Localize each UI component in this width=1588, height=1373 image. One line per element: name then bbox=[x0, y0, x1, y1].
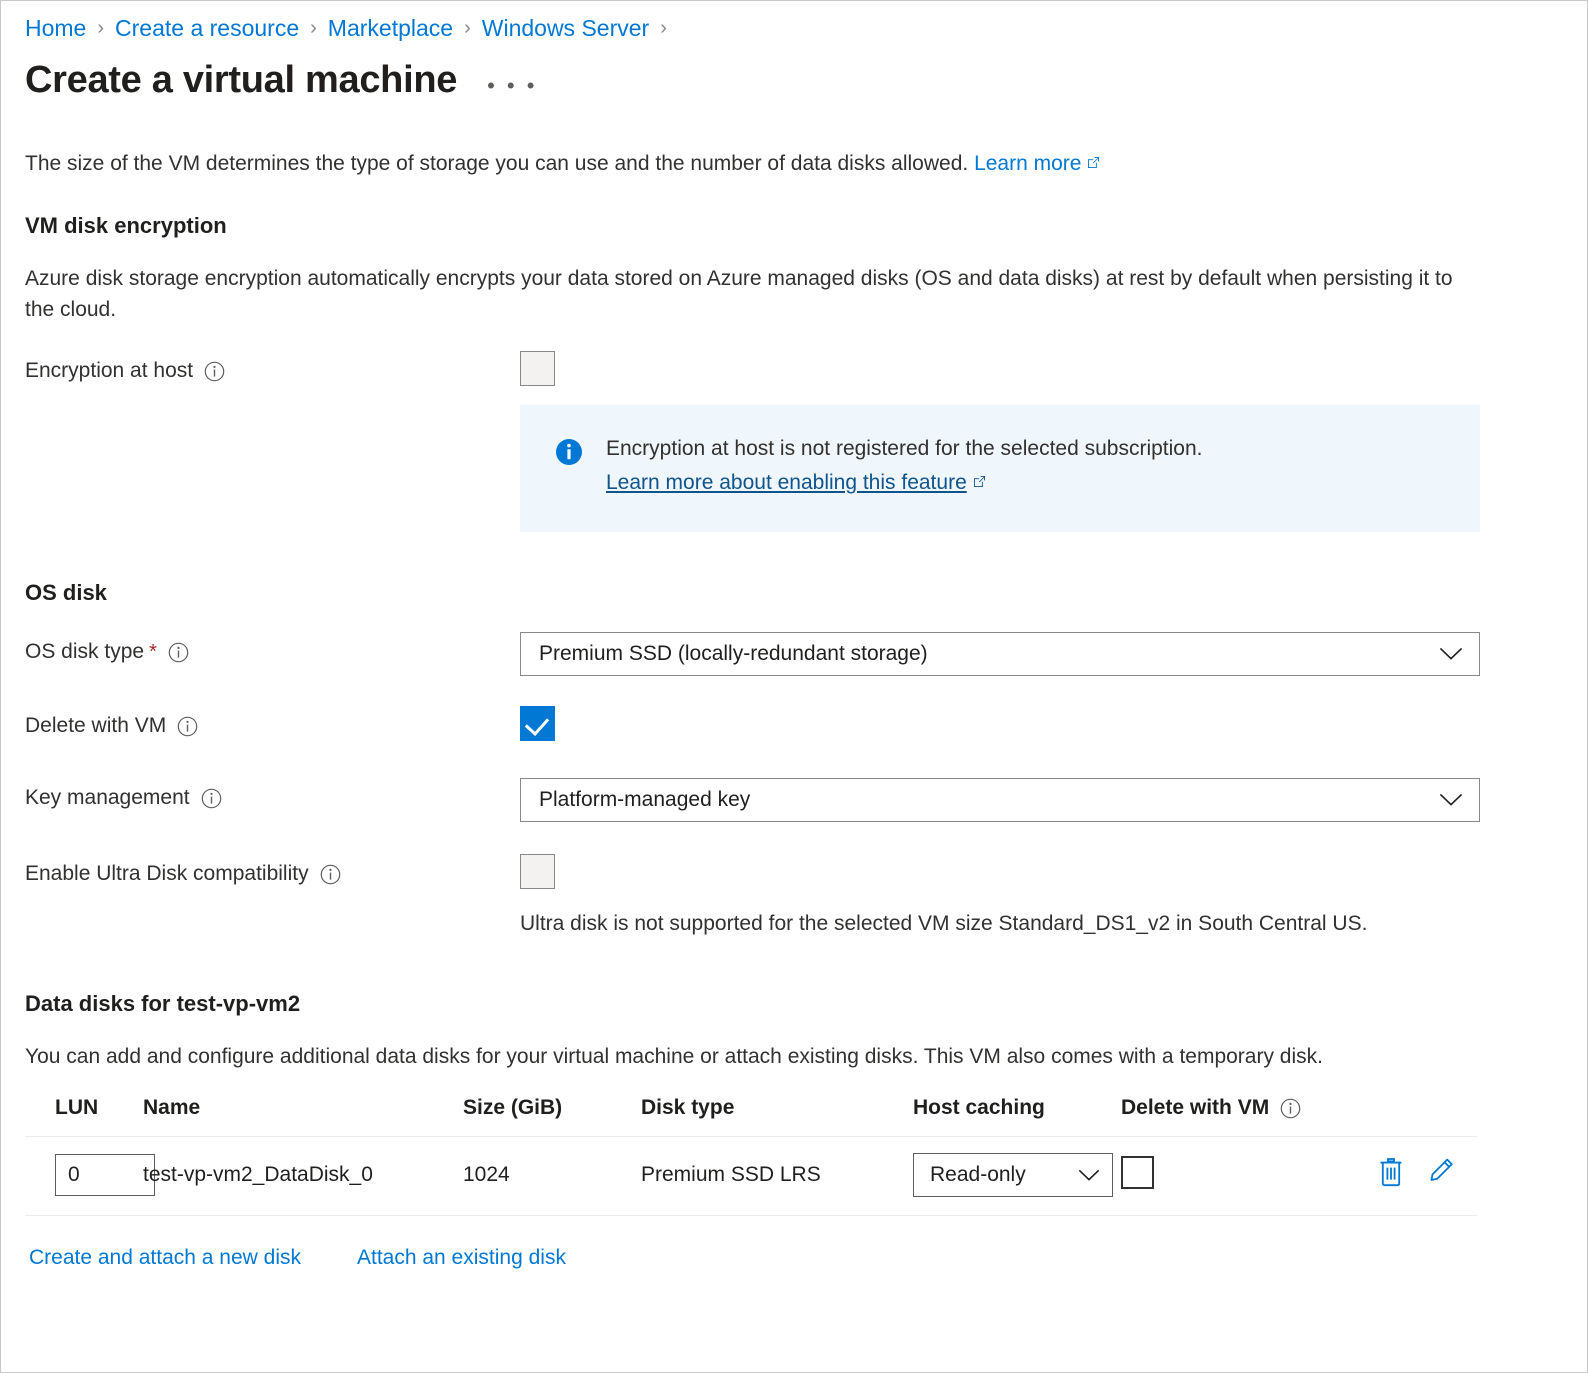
encryption-at-host-label: Encryption at host bbox=[25, 359, 194, 382]
breadcrumb-item-windows-server[interactable]: Windows Server bbox=[482, 13, 649, 43]
delete-with-vm-checkbox[interactable] bbox=[520, 706, 555, 741]
ultra-disk-row: Enable Ultra Disk compatibility Ultra di… bbox=[25, 854, 1563, 939]
key-management-row: Key management Platform-managed key bbox=[25, 778, 1563, 822]
breadcrumb-separator-icon: › bbox=[310, 16, 317, 39]
page-title: Create a virtual machine bbox=[25, 59, 458, 101]
key-management-label-group: Key management bbox=[25, 778, 520, 813]
key-management-dropdown[interactable]: Platform-managed key bbox=[520, 778, 1480, 822]
os-disk-type-control: Premium SSD (locally-redundant storage) bbox=[520, 632, 1563, 676]
encryption-at-host-control: Encryption at host is not registered for… bbox=[520, 351, 1563, 532]
os-disk-type-row: OS disk type * Premium SSD (locally-redu… bbox=[25, 632, 1563, 676]
cell-size: 1024 bbox=[463, 1136, 641, 1216]
cell-host-caching: Read-only bbox=[913, 1136, 1121, 1216]
banner-message: Encryption at host is not registered for… bbox=[606, 437, 1203, 460]
column-header-delete-with-vm-group: Delete with VM bbox=[1121, 1096, 1301, 1120]
banner-text-block: Encryption at host is not registered for… bbox=[606, 433, 1202, 498]
key-management-value: Platform-managed key bbox=[539, 788, 751, 811]
column-header-disk-type: Disk type bbox=[641, 1096, 913, 1137]
data-disks-heading: Data disks for test-vp-vm2 bbox=[25, 991, 301, 1016]
os-disk-type-dropdown[interactable]: Premium SSD (locally-redundant storage) bbox=[520, 632, 1480, 676]
breadcrumb-separator-icon: › bbox=[464, 16, 471, 39]
os-disk-type-label-group: OS disk type * bbox=[25, 632, 520, 667]
column-header-lun: LUN bbox=[25, 1096, 143, 1137]
delete-with-vm-control bbox=[520, 706, 1563, 746]
learn-more-link[interactable]: Learn more bbox=[974, 152, 1081, 175]
table-header-row: LUN Name Size (GiB) Disk type Host cachi… bbox=[25, 1096, 1477, 1137]
cell-lun bbox=[25, 1136, 155, 1216]
info-icon[interactable] bbox=[320, 864, 341, 885]
cell-name: test-vp-vm2_DataDisk_0 bbox=[143, 1136, 463, 1216]
cell-actions bbox=[1351, 1136, 1477, 1216]
os-disk-type-value: Premium SSD (locally-redundant storage) bbox=[539, 642, 928, 665]
os-disk-heading: OS disk bbox=[25, 580, 107, 605]
attach-existing-disk-link[interactable]: Attach an existing disk bbox=[357, 1246, 566, 1270]
intro-text: The size of the VM determines the type o… bbox=[25, 149, 1563, 179]
cell-disk-type: Premium SSD LRS bbox=[641, 1136, 913, 1216]
external-link-icon bbox=[1087, 156, 1100, 169]
banner-learn-more-link[interactable]: Learn more about enabling this feature bbox=[606, 467, 967, 498]
column-header-name: Name bbox=[143, 1096, 463, 1137]
ultra-disk-checkbox[interactable] bbox=[520, 854, 555, 889]
lun-input[interactable] bbox=[55, 1154, 155, 1196]
title-row: Create a virtual machine • • • bbox=[1, 43, 1587, 103]
chevron-down-icon bbox=[1439, 647, 1463, 661]
create-vm-disks-page: Home › Create a resource › Marketplace ›… bbox=[0, 0, 1588, 1373]
vm-disk-encryption-heading: VM disk encryption bbox=[25, 213, 227, 238]
table-row: test-vp-vm2_DataDisk_0 1024 Premium SSD … bbox=[25, 1136, 1477, 1216]
required-marker: * bbox=[149, 641, 157, 663]
breadcrumb-separator-icon: › bbox=[97, 16, 105, 39]
column-header-delete-with-vm-label: Delete with VM bbox=[1121, 1096, 1270, 1119]
encryption-at-host-checkbox[interactable] bbox=[520, 351, 555, 386]
os-disk-type-label: OS disk type bbox=[25, 640, 145, 663]
delete-with-vm-label: Delete with VM bbox=[25, 714, 167, 737]
breadcrumb-separator-icon: › bbox=[660, 16, 667, 39]
create-and-attach-new-disk-link[interactable]: Create and attach a new disk bbox=[29, 1246, 301, 1270]
info-icon[interactable] bbox=[168, 642, 189, 663]
chevron-down-icon bbox=[1078, 1169, 1100, 1182]
ultra-disk-label-group: Enable Ultra Disk compatibility bbox=[25, 854, 520, 889]
row-delete-with-vm-checkbox[interactable] bbox=[1121, 1155, 1154, 1189]
data-disks-table: LUN Name Size (GiB) Disk type Host cachi… bbox=[25, 1096, 1477, 1216]
delete-icon[interactable] bbox=[1377, 1157, 1405, 1193]
encryption-at-host-label-group: Encryption at host bbox=[25, 351, 520, 386]
breadcrumb-item-create-a-resource[interactable]: Create a resource bbox=[115, 13, 299, 43]
data-disks-table-body: test-vp-vm2_DataDisk_0 1024 Premium SSD … bbox=[25, 1136, 1477, 1216]
cell-delete-with-vm bbox=[1121, 1136, 1351, 1216]
external-link-icon bbox=[973, 475, 986, 488]
host-caching-dropdown[interactable]: Read-only bbox=[913, 1153, 1113, 1197]
ultra-disk-label: Enable Ultra Disk compatibility bbox=[25, 862, 309, 885]
data-disks-actions: Create and attach a new disk Attach an e… bbox=[25, 1246, 1563, 1270]
column-header-host-caching: Host caching bbox=[913, 1096, 1121, 1137]
key-management-label: Key management bbox=[25, 786, 190, 809]
ultra-disk-note: Ultra disk is not supported for the sele… bbox=[520, 912, 1368, 935]
chevron-down-icon bbox=[1439, 793, 1463, 807]
column-header-size: Size (GiB) bbox=[463, 1096, 641, 1137]
data-disks-table-header: LUN Name Size (GiB) Disk type Host cachi… bbox=[25, 1096, 1477, 1137]
breadcrumb-item-home[interactable]: Home bbox=[25, 13, 86, 43]
info-icon[interactable] bbox=[204, 361, 225, 382]
delete-with-vm-label-group: Delete with VM bbox=[25, 706, 520, 741]
encryption-at-host-row: Encryption at host Encryption at host is… bbox=[25, 351, 1563, 532]
info-filled-icon bbox=[554, 437, 584, 472]
breadcrumb: Home › Create a resource › Marketplace ›… bbox=[1, 1, 1587, 43]
info-icon[interactable] bbox=[1280, 1098, 1301, 1119]
more-options-icon[interactable]: • • • bbox=[487, 73, 537, 99]
data-disks-description: You can add and configure additional dat… bbox=[25, 1045, 1323, 1068]
breadcrumb-item-marketplace[interactable]: Marketplace bbox=[328, 13, 453, 43]
edit-icon[interactable] bbox=[1427, 1157, 1455, 1193]
encryption-at-host-info-banner: Encryption at host is not registered for… bbox=[520, 405, 1480, 532]
info-icon[interactable] bbox=[177, 716, 198, 737]
intro-description: The size of the VM determines the type o… bbox=[25, 152, 969, 175]
host-caching-value: Read-only bbox=[930, 1163, 1026, 1186]
delete-with-vm-row: Delete with VM bbox=[25, 706, 1563, 746]
key-management-control: Platform-managed key bbox=[520, 778, 1563, 822]
vm-disk-encryption-description: Azure disk storage encryption automatica… bbox=[25, 267, 1453, 321]
column-header-actions bbox=[1351, 1096, 1477, 1137]
ultra-disk-control: Ultra disk is not supported for the sele… bbox=[520, 854, 1563, 939]
info-icon[interactable] bbox=[201, 788, 222, 809]
column-header-delete-with-vm: Delete with VM bbox=[1121, 1096, 1351, 1137]
